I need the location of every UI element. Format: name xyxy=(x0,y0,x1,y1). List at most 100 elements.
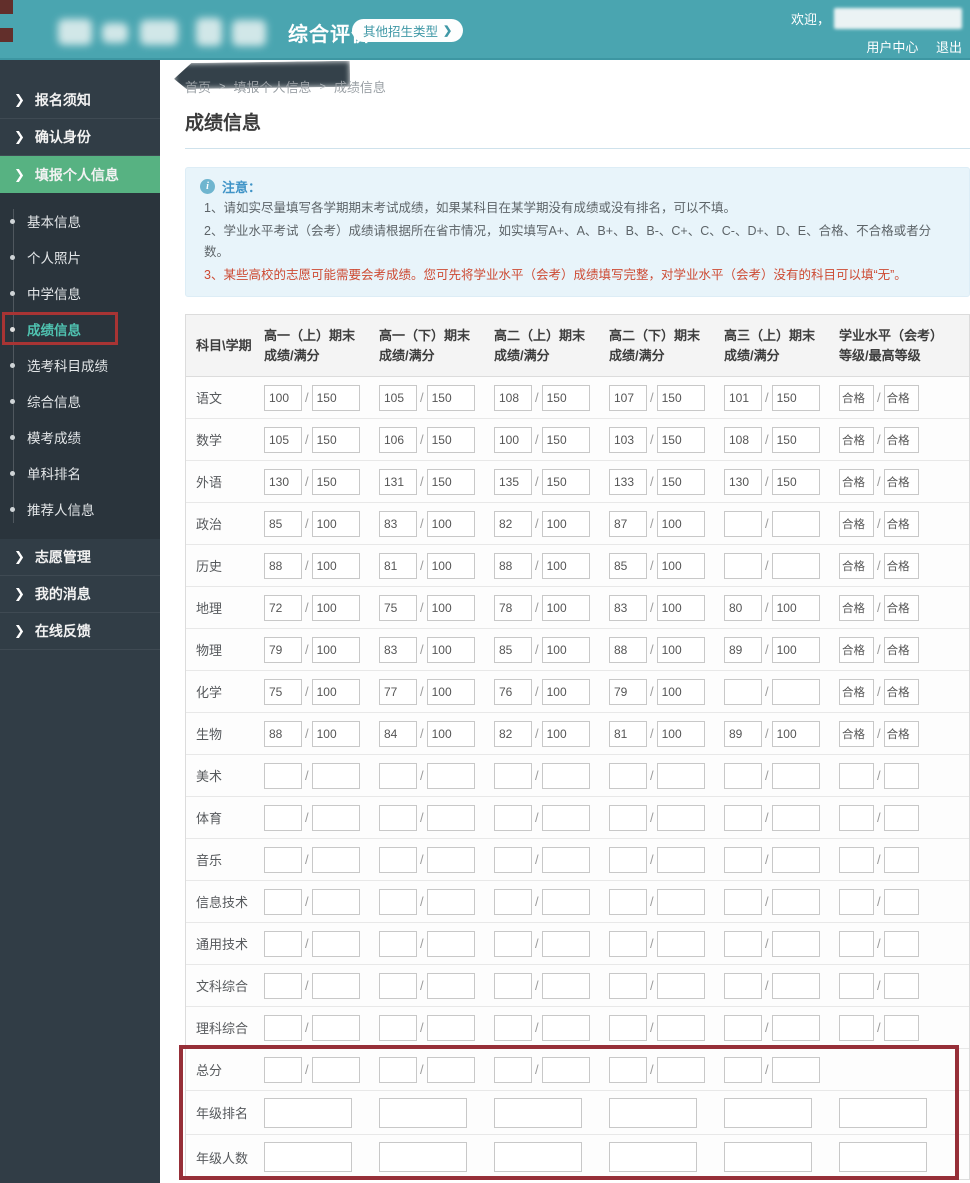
score-input[interactable] xyxy=(724,846,762,873)
fullmark-input[interactable] xyxy=(541,804,590,831)
fullmark-input[interactable] xyxy=(311,972,360,999)
fullmark-input[interactable] xyxy=(771,804,820,831)
score-input[interactable] xyxy=(379,762,417,789)
rank-input[interactable] xyxy=(609,1142,697,1172)
score-input[interactable] xyxy=(724,426,762,453)
score-input[interactable] xyxy=(609,972,647,999)
fullmark-input[interactable] xyxy=(541,1014,590,1041)
sidebar-item-sub-4[interactable]: 选考科目成绩 xyxy=(0,347,160,383)
score-input[interactable] xyxy=(494,762,532,789)
fullmark-input[interactable] xyxy=(541,888,590,915)
fullmark-input[interactable] xyxy=(771,594,820,621)
fullmark-input[interactable] xyxy=(311,468,360,495)
score-input[interactable] xyxy=(264,510,302,537)
score-input[interactable] xyxy=(494,1056,532,1083)
score-input[interactable] xyxy=(724,552,762,579)
fullmark-input[interactable] xyxy=(771,636,820,663)
score-input[interactable] xyxy=(724,1056,762,1083)
score-input[interactable] xyxy=(724,972,762,999)
fullmark-input[interactable] xyxy=(541,468,590,495)
score-input[interactable] xyxy=(494,888,532,915)
score-input[interactable] xyxy=(724,762,762,789)
fullmark-input[interactable] xyxy=(541,510,590,537)
fullmark-input[interactable] xyxy=(771,888,820,915)
huikao-grade-input[interactable] xyxy=(839,426,874,453)
score-input[interactable] xyxy=(609,720,647,747)
score-input[interactable] xyxy=(609,552,647,579)
fullmark-input[interactable] xyxy=(311,804,360,831)
fullmark-input[interactable] xyxy=(541,594,590,621)
huikao-best-input[interactable] xyxy=(883,594,919,621)
fullmark-input[interactable] xyxy=(426,594,475,621)
score-input[interactable] xyxy=(379,552,417,579)
rank-input[interactable] xyxy=(494,1142,582,1172)
fullmark-input[interactable] xyxy=(426,930,475,957)
huikao-grade-input[interactable] xyxy=(839,594,874,621)
rank-input[interactable] xyxy=(494,1097,582,1128)
sidebar-item-sub-0[interactable]: 基本信息 xyxy=(0,203,160,239)
fullmark-input[interactable] xyxy=(311,846,360,873)
logout-link[interactable]: 退出 xyxy=(936,40,962,55)
fullmark-input[interactable] xyxy=(311,552,360,579)
score-input[interactable] xyxy=(609,510,647,537)
fullmark-input[interactable] xyxy=(426,426,475,453)
sidebar-item-bottom-0[interactable]: ❯ 志愿管理 xyxy=(0,539,160,576)
fullmark-input[interactable] xyxy=(426,804,475,831)
fullmark-input[interactable] xyxy=(771,762,820,789)
score-input[interactable] xyxy=(379,426,417,453)
huikao-grade-input[interactable] xyxy=(839,846,874,873)
fullmark-input[interactable] xyxy=(426,384,475,411)
fullmark-input[interactable] xyxy=(541,930,590,957)
huikao-best-input[interactable] xyxy=(883,636,919,663)
sidebar-item-sub-7[interactable]: 单科排名 xyxy=(0,455,160,491)
score-input[interactable] xyxy=(494,426,532,453)
score-input[interactable] xyxy=(264,1056,302,1083)
rank-input[interactable] xyxy=(724,1097,812,1128)
fullmark-input[interactable] xyxy=(771,846,820,873)
fullmark-input[interactable] xyxy=(541,426,590,453)
score-input[interactable] xyxy=(264,930,302,957)
fullmark-input[interactable] xyxy=(426,762,475,789)
sidebar-item-top-0[interactable]: ❯ 报名须知 xyxy=(0,82,160,119)
score-input[interactable] xyxy=(724,510,762,537)
fullmark-input[interactable] xyxy=(656,426,705,453)
score-input[interactable] xyxy=(264,1014,302,1041)
score-input[interactable] xyxy=(609,762,647,789)
huikao-grade-input[interactable] xyxy=(839,930,874,957)
score-input[interactable] xyxy=(494,720,532,747)
huikao-grade-input[interactable] xyxy=(839,804,874,831)
fullmark-input[interactable] xyxy=(426,552,475,579)
score-input[interactable] xyxy=(724,384,762,411)
score-input[interactable] xyxy=(379,1056,417,1083)
score-input[interactable] xyxy=(379,636,417,663)
score-input[interactable] xyxy=(379,1014,417,1041)
rank-input[interactable] xyxy=(839,1142,927,1172)
fullmark-input[interactable] xyxy=(656,636,705,663)
score-input[interactable] xyxy=(264,846,302,873)
fullmark-input[interactable] xyxy=(656,888,705,915)
fullmark-input[interactable] xyxy=(426,1056,475,1083)
huikao-grade-input[interactable] xyxy=(839,636,874,663)
fullmark-input[interactable] xyxy=(771,930,820,957)
huikao-grade-input[interactable] xyxy=(839,762,874,789)
score-input[interactable] xyxy=(379,678,417,705)
score-input[interactable] xyxy=(609,426,647,453)
score-input[interactable] xyxy=(379,594,417,621)
huikao-best-input[interactable] xyxy=(883,510,919,537)
huikao-grade-input[interactable] xyxy=(839,972,874,999)
fullmark-input[interactable] xyxy=(771,468,820,495)
fullmark-input[interactable] xyxy=(541,636,590,663)
breadcrumb-item-0[interactable]: 首页 xyxy=(185,77,211,96)
score-input[interactable] xyxy=(724,888,762,915)
score-input[interactable] xyxy=(494,468,532,495)
fullmark-input[interactable] xyxy=(656,846,705,873)
score-input[interactable] xyxy=(264,888,302,915)
sidebar-item-top-2[interactable]: ❯ 填报个人信息 xyxy=(0,156,160,193)
score-input[interactable] xyxy=(724,678,762,705)
score-input[interactable] xyxy=(264,468,302,495)
score-input[interactable] xyxy=(609,930,647,957)
score-input[interactable] xyxy=(724,636,762,663)
score-input[interactable] xyxy=(379,930,417,957)
fullmark-input[interactable] xyxy=(656,1014,705,1041)
score-input[interactable] xyxy=(494,678,532,705)
